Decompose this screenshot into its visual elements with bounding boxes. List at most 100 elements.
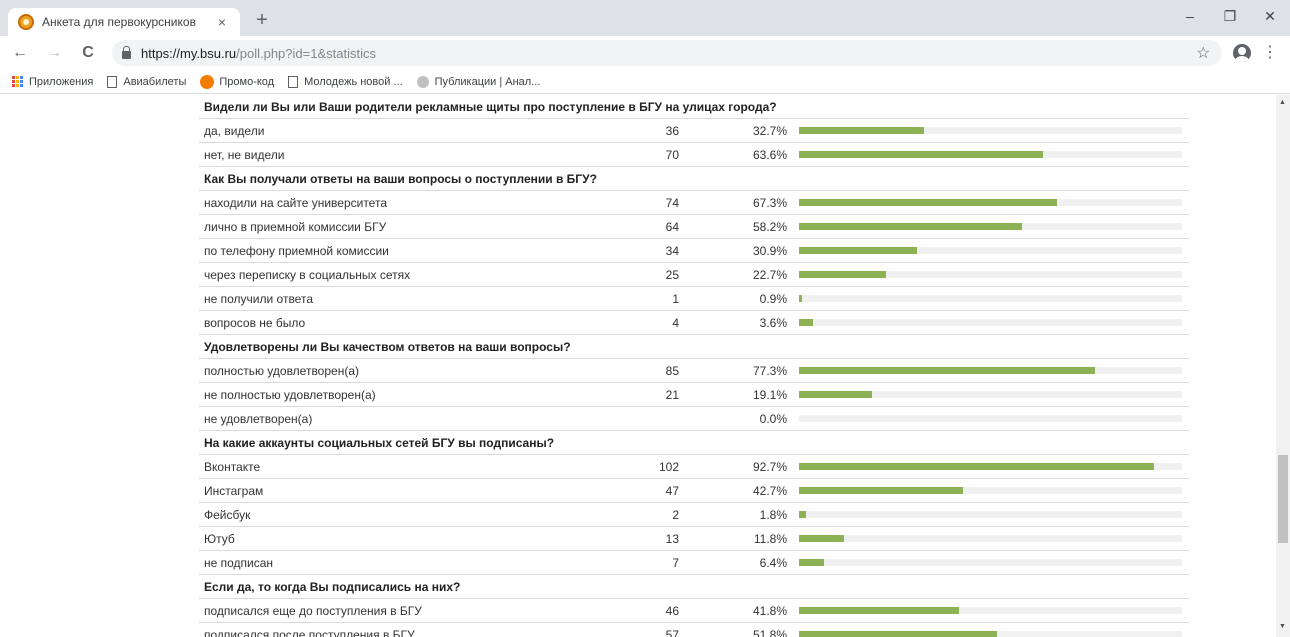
question-title: Видели ли Вы или Ваши родители рекламные… xyxy=(204,99,777,114)
answer-percent: 58.2% xyxy=(752,219,787,234)
bookmark-molodezh[interactable]: Молодежь новой ... xyxy=(288,75,403,88)
answer-text: подписался еще до поступления в БГУ xyxy=(204,603,422,618)
answer-row: лично в приемной комиссии БГУ 64 58.2% xyxy=(199,215,1189,239)
answer-row: находили на сайте университета 74 67.3% xyxy=(199,191,1189,215)
answer-percent: 42.7% xyxy=(752,483,787,498)
answer-text: Инстаграм xyxy=(204,483,264,498)
answer-row: вопросов не было 4 3.6% xyxy=(199,311,1189,335)
scroll-up-icon[interactable]: ▲ xyxy=(1279,99,1286,106)
close-window-button[interactable]: ✕ xyxy=(1260,8,1280,25)
answer-percent: 0.9% xyxy=(759,291,787,306)
browser-menu-icon[interactable]: ⋮ xyxy=(1262,42,1278,62)
answer-bar-track xyxy=(799,271,1182,278)
question-title: Удовлетворены ли Вы качеством ответов на… xyxy=(204,339,571,354)
bookmark-label: Публикации | Анал... xyxy=(434,75,541,88)
tab-strip: Анкета для первокурсников × + – ❐ ✕ xyxy=(0,0,1290,36)
answer-bar-track xyxy=(799,247,1182,254)
answer-text: находили на сайте университета xyxy=(204,195,387,210)
forward-button[interactable]: → xyxy=(44,43,64,63)
answer-row: не получили ответа 1 0.9% xyxy=(199,287,1189,311)
answer-bar-fill xyxy=(799,535,845,542)
answer-percent: 67.3% xyxy=(752,195,787,210)
answer-text: не полностью удовлетворен(а) xyxy=(204,387,376,402)
answer-count: 21 xyxy=(665,387,679,402)
tab-title: Анкета для первокурсников xyxy=(42,15,196,29)
answer-text: Вконтакте xyxy=(204,459,261,474)
answer-count: 4 xyxy=(672,315,679,330)
bookmark-publikacii[interactable]: Публикации | Анал... xyxy=(416,75,541,88)
answer-bar-fill xyxy=(799,511,806,518)
scrollbar-thumb[interactable] xyxy=(1278,455,1288,543)
answer-percent: 51.8% xyxy=(752,627,787,637)
scroll-down-icon[interactable]: ▼ xyxy=(1279,623,1286,630)
url-host: https://my.bsu.ru xyxy=(141,45,237,61)
answer-count: 36 xyxy=(665,123,679,138)
minimize-button[interactable]: – xyxy=(1180,8,1200,24)
answer-text: вопросов не было xyxy=(204,315,306,330)
answer-row: подписался после поступления в БГУ 57 51… xyxy=(199,623,1189,637)
bookmark-label: Молодежь новой ... xyxy=(304,75,403,88)
answer-row: полностью удовлетворен(а) 85 77.3% xyxy=(199,359,1189,383)
answer-bar-track xyxy=(799,415,1182,422)
answer-row: да, видели 36 32.7% xyxy=(199,119,1189,143)
tab-close-icon[interactable]: × xyxy=(214,14,230,30)
answer-bar-track xyxy=(799,487,1182,494)
answer-percent: 63.6% xyxy=(752,147,787,162)
new-tab-button[interactable]: + xyxy=(250,10,274,30)
answer-bar-fill xyxy=(799,151,1043,158)
answer-count: 7 xyxy=(672,555,679,570)
question-heading: Удовлетворены ли Вы качеством ответов на… xyxy=(199,335,1189,359)
bookmark-aviabilety[interactable]: Авиабилеты xyxy=(107,75,186,88)
answer-percent: 22.7% xyxy=(752,267,787,282)
profile-avatar-icon[interactable] xyxy=(1233,44,1251,62)
answer-count: 34 xyxy=(665,243,679,258)
bsu-favicon-icon xyxy=(18,14,34,30)
answer-text: не подписан xyxy=(204,555,274,570)
answer-bar-fill xyxy=(799,199,1057,206)
answer-text: не удовлетворен(а) xyxy=(204,411,313,426)
back-button[interactable]: ← xyxy=(10,43,30,63)
restore-button[interactable]: ❐ xyxy=(1220,8,1240,25)
answer-percent: 92.7% xyxy=(752,459,787,474)
question-heading: На какие аккаунты социальных сетей БГУ в… xyxy=(199,431,1189,455)
answer-text: нет, не видели xyxy=(204,147,285,162)
question-title: На какие аккаунты социальных сетей БГУ в… xyxy=(204,435,555,450)
answer-text: Ютуб xyxy=(204,531,235,546)
answer-count: 57 xyxy=(665,627,679,637)
answer-bar-track xyxy=(799,151,1182,158)
answer-row: не подписан 7 6.4% xyxy=(199,551,1189,575)
tab-active[interactable]: Анкета для первокурсников × xyxy=(8,8,240,36)
question-title: Если да, то когда Вы подписались на них? xyxy=(204,579,461,594)
bookmark-apps[interactable]: Приложения xyxy=(12,76,93,88)
address-bar[interactable]: https://my.bsu.ru/poll.php?id=1&statisti… xyxy=(112,40,1222,66)
answer-bar-track xyxy=(799,535,1182,542)
vertical-scrollbar[interactable]: ▲ ▼ xyxy=(1276,95,1290,637)
bookmark-star-icon[interactable]: ☆ xyxy=(1196,43,1210,63)
reload-button[interactable]: C xyxy=(78,43,98,63)
lock-icon xyxy=(122,46,131,59)
answer-bar-track xyxy=(799,127,1182,134)
bookmark-promo[interactable]: Промо-код xyxy=(200,74,274,89)
answer-count: 64 xyxy=(665,219,679,234)
answer-bar-fill xyxy=(799,271,886,278)
bookmarks-bar: Приложения Авиабилеты Промо-код Молодежь… xyxy=(0,70,1290,94)
answer-row: Инстаграм 47 42.7% xyxy=(199,479,1189,503)
answer-count: 46 xyxy=(665,603,679,618)
answer-row: не полностью удовлетворен(а) 21 19.1% xyxy=(199,383,1189,407)
answer-bar-track xyxy=(799,607,1182,614)
answer-count: 102 xyxy=(658,459,679,474)
answer-percent: 19.1% xyxy=(752,387,787,402)
answer-bar-track xyxy=(799,367,1182,374)
answer-count: 74 xyxy=(665,195,679,210)
answer-count: 70 xyxy=(665,147,679,162)
answer-bar-fill xyxy=(799,607,960,614)
url-path: /poll.php?id=1&statistics xyxy=(236,45,376,61)
answer-bar-fill xyxy=(799,367,1096,374)
answer-row: по телефону приемной комиссии 34 30.9% xyxy=(199,239,1189,263)
answer-text: подписался после поступления в БГУ xyxy=(204,627,415,637)
answer-row: нет, не видели 70 63.6% xyxy=(199,143,1189,167)
page-viewport: Видели ли Вы или Ваши родители рекламные… xyxy=(0,95,1276,637)
answer-percent: 6.4% xyxy=(759,555,787,570)
answer-bar-fill xyxy=(799,487,963,494)
answer-percent: 1.8% xyxy=(759,507,787,522)
